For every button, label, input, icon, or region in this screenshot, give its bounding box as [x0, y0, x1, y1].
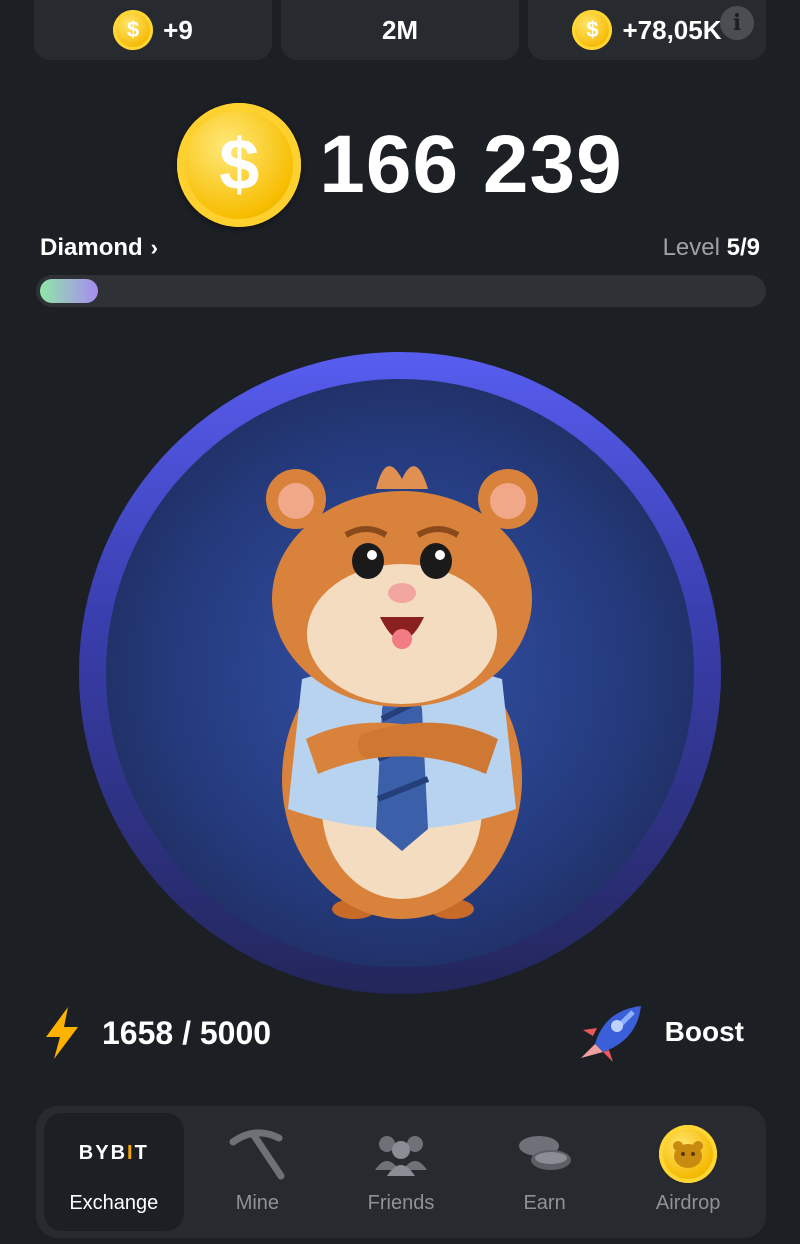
- earn-per-tap-value: +9: [163, 14, 193, 45]
- league-name: Diamond: [40, 234, 143, 261]
- hamster-character-image[interactable]: [106, 379, 694, 967]
- tap-button[interactable]: [79, 352, 721, 994]
- boost-button[interactable]: Boost: [575, 1000, 744, 1064]
- lightning-icon: [46, 1007, 78, 1059]
- coins-icon: [518, 1135, 571, 1170]
- nav-airdrop-label: Airdrop: [655, 1191, 721, 1214]
- tap-circle-inner[interactable]: [106, 379, 694, 967]
- friends-icon: [374, 1135, 427, 1176]
- nav-mine-label: Mine: [235, 1191, 280, 1214]
- coins-to-level-up-value: 2M: [381, 14, 419, 45]
- chevron-right-icon: ›: [150, 235, 158, 260]
- nav-exchange[interactable]: BYBIT Exchange: [43, 1113, 184, 1231]
- profit-per-hour-value: +78,05K: [622, 14, 722, 45]
- nav-airdrop[interactable]: Airdrop: [618, 1113, 758, 1231]
- energy-value: 1658 / 5000: [102, 1014, 272, 1051]
- nav-earn[interactable]: Earn: [475, 1113, 615, 1231]
- hamster-main-screen: $ +9 2M $ +78,05K i $ 166 239 Diamond › …: [0, 0, 800, 1244]
- bybit-logo: BYBIT: [78, 1142, 149, 1164]
- league-link[interactable]: Diamond ›: [40, 234, 158, 262]
- level-progress-fill: [40, 279, 98, 303]
- nav-earn-label: Earn: [523, 1191, 566, 1214]
- nav-exchange-label: Exchange: [69, 1191, 159, 1214]
- coin-icon: $: [572, 10, 613, 50]
- rocket-icon: [580, 1006, 641, 1062]
- balance-value: 166 239: [319, 119, 623, 210]
- level-indicator: Level 5/9: [663, 234, 760, 262]
- balance-display: $ 166 239: [0, 103, 800, 227]
- level-progress-bar: [36, 275, 766, 307]
- profit-per-hour-card[interactable]: $ +78,05K i: [528, 0, 766, 60]
- dollar-coin-icon: $: [177, 103, 302, 227]
- nav-friends-label: Friends: [367, 1191, 435, 1214]
- level-value: 5/9: [726, 234, 760, 261]
- hamster-coin-icon: [659, 1124, 718, 1183]
- energy-indicator: 1658 / 5000: [40, 1005, 271, 1061]
- level-label: Level: [662, 234, 720, 261]
- boost-label: Boost: [664, 1016, 744, 1047]
- coins-to-level-up-card[interactable]: 2M: [281, 0, 519, 60]
- coin-icon: $: [113, 10, 154, 50]
- pickaxe-icon: [229, 1128, 285, 1179]
- nav-friends[interactable]: Friends: [331, 1113, 471, 1231]
- info-icon[interactable]: i: [720, 6, 754, 40]
- bottom-nav: BYBIT Exchange Mine Friends Earn Airdrop: [36, 1106, 766, 1238]
- earn-per-tap-card[interactable]: $ +9: [34, 0, 272, 60]
- nav-mine[interactable]: Mine: [187, 1113, 327, 1231]
